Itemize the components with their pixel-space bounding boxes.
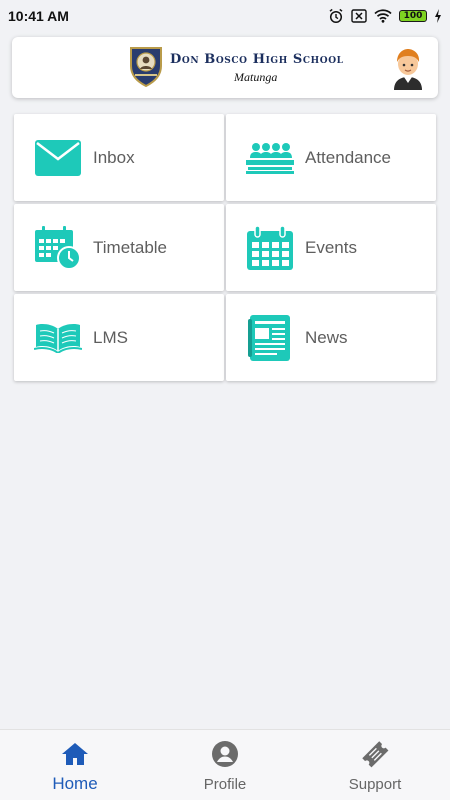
wifi-icon (374, 9, 392, 23)
nav-support[interactable]: Support (300, 730, 450, 800)
nav-home-label: Home (52, 774, 98, 793)
tile-news-label: News (305, 327, 348, 347)
envelope-icon (34, 138, 82, 178)
status-time: 10:41 AM (8, 8, 69, 24)
school-crest-logo (128, 45, 164, 92)
calendar-clock-icon (34, 225, 82, 270)
tile-inbox[interactable]: Inbox (14, 114, 224, 201)
alarm-icon (328, 8, 344, 24)
nav-support-label: Support (348, 776, 402, 793)
profile-icon (212, 740, 238, 768)
tile-lms[interactable]: LMS (14, 294, 224, 381)
nav-profile[interactable]: Profile (150, 730, 300, 800)
tile-events-label: Events (305, 237, 357, 257)
nav-home[interactable]: Home (0, 730, 150, 800)
tile-timetable-label: Timetable (93, 237, 168, 257)
tile-timetable[interactable]: Timetable (14, 204, 224, 291)
nav-profile-label: Profile (203, 776, 247, 793)
tile-lms-label: LMS (93, 327, 128, 347)
battery-icon: 100 (399, 10, 427, 22)
tile-inbox-label: Inbox (93, 147, 135, 167)
ticket-icon (360, 740, 390, 768)
tile-news[interactable]: News (226, 294, 436, 381)
tile-attendance-label: Attendance (305, 147, 392, 167)
tile-attendance[interactable]: Attendance (226, 114, 436, 201)
sim-off-icon (351, 9, 367, 23)
open-book-icon (34, 318, 82, 358)
calendar-icon (246, 225, 294, 270)
attendance-icon (246, 138, 294, 178)
header-card: Don Bosco High School Matunga (12, 37, 438, 98)
charging-icon (434, 9, 442, 23)
status-bar: 10:41 AM 100 (0, 0, 450, 32)
school-name: Don Bosco High School (170, 52, 344, 67)
tile-events[interactable]: Events (226, 204, 436, 291)
home-icon (62, 740, 88, 768)
school-location: Matunga (234, 70, 278, 84)
bottom-navigation: Home Profile Support (0, 729, 450, 800)
newspaper-icon (246, 314, 294, 361)
status-icons: 100 (328, 8, 442, 24)
student-avatar[interactable] (390, 44, 426, 95)
